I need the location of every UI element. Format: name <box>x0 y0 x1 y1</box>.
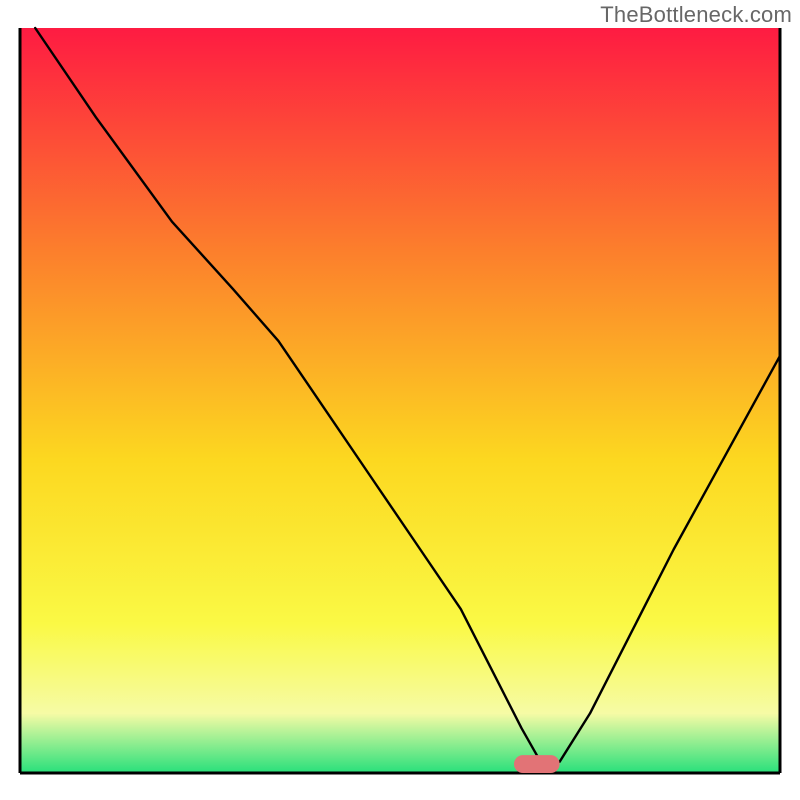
plot-background <box>20 28 780 773</box>
bottleneck-chart: TheBottleneck.com <box>0 0 800 800</box>
plot-svg <box>0 0 800 800</box>
optimal-marker <box>514 755 560 773</box>
watermark-text: TheBottleneck.com <box>600 2 792 28</box>
